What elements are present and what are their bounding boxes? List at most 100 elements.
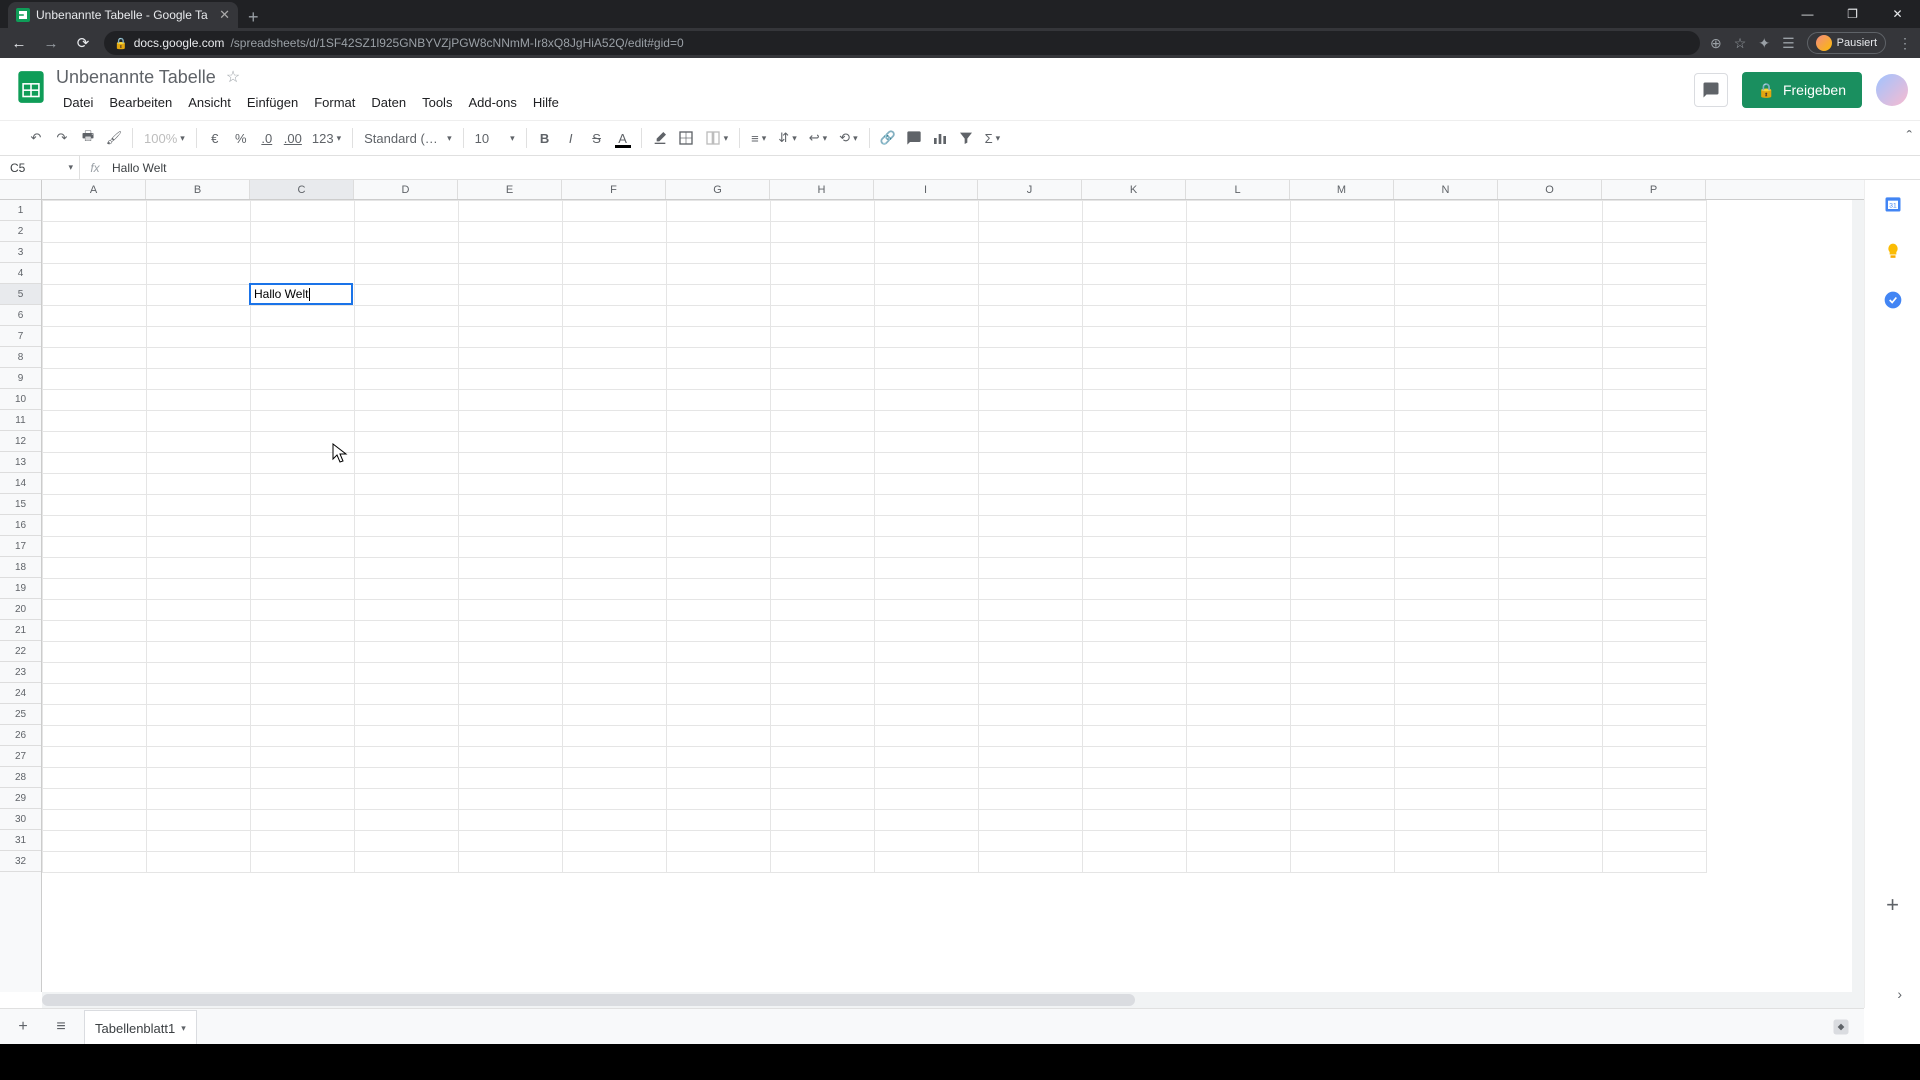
row-header[interactable]: 30 — [0, 809, 41, 830]
cell[interactable] — [1499, 411, 1603, 432]
cell[interactable] — [1187, 369, 1291, 390]
cell[interactable] — [979, 726, 1083, 747]
cell[interactable] — [771, 201, 875, 222]
cell[interactable] — [43, 558, 147, 579]
cell[interactable] — [1395, 243, 1499, 264]
menu-view[interactable]: Ansicht — [181, 92, 238, 113]
cell[interactable] — [355, 537, 459, 558]
cell[interactable] — [147, 831, 251, 852]
print-button[interactable]: 🖶 — [76, 125, 100, 151]
cell[interactable] — [979, 474, 1083, 495]
cell[interactable] — [251, 642, 355, 663]
cell[interactable] — [1083, 747, 1187, 768]
cell[interactable] — [147, 306, 251, 327]
column-header[interactable]: A — [42, 180, 146, 199]
insert-comment-button[interactable] — [902, 125, 926, 151]
tab-close-icon[interactable]: ✕ — [219, 7, 230, 23]
cell[interactable] — [1291, 852, 1395, 873]
cell[interactable] — [563, 264, 667, 285]
menu-addons[interactable]: Add-ons — [461, 92, 523, 113]
cell[interactable] — [667, 285, 771, 306]
cell[interactable] — [563, 432, 667, 453]
cell[interactable] — [459, 726, 563, 747]
cell[interactable] — [667, 348, 771, 369]
cell[interactable] — [667, 663, 771, 684]
cell[interactable] — [875, 222, 979, 243]
cell[interactable] — [1395, 516, 1499, 537]
cell[interactable] — [875, 201, 979, 222]
cell[interactable] — [875, 705, 979, 726]
cell[interactable] — [459, 642, 563, 663]
cell[interactable] — [1083, 264, 1187, 285]
cell[interactable] — [563, 831, 667, 852]
cell[interactable] — [875, 285, 979, 306]
cell[interactable] — [875, 810, 979, 831]
cell[interactable] — [355, 474, 459, 495]
cell[interactable] — [1395, 474, 1499, 495]
increase-decimal-button[interactable]: .00 — [281, 125, 305, 151]
comments-button[interactable] — [1694, 73, 1728, 107]
cell[interactable] — [1603, 369, 1707, 390]
cell[interactable] — [979, 831, 1083, 852]
cell[interactable] — [355, 201, 459, 222]
cell[interactable] — [771, 327, 875, 348]
cell[interactable] — [667, 327, 771, 348]
cell[interactable] — [1603, 768, 1707, 789]
cell[interactable] — [1291, 642, 1395, 663]
cell[interactable] — [251, 600, 355, 621]
cell[interactable] — [355, 327, 459, 348]
cell[interactable] — [147, 642, 251, 663]
cell[interactable] — [251, 705, 355, 726]
cell[interactable] — [1395, 306, 1499, 327]
explore-button[interactable] — [1826, 1012, 1856, 1042]
cell[interactable] — [667, 243, 771, 264]
cell[interactable] — [355, 306, 459, 327]
cell[interactable] — [1187, 348, 1291, 369]
windows-taskbar[interactable] — [0, 1044, 1920, 1080]
cell[interactable] — [979, 600, 1083, 621]
cell[interactable] — [1187, 537, 1291, 558]
cell[interactable] — [667, 201, 771, 222]
cell[interactable] — [1187, 222, 1291, 243]
cell[interactable] — [459, 495, 563, 516]
cell[interactable] — [355, 411, 459, 432]
cell[interactable] — [251, 852, 355, 873]
cell[interactable] — [355, 243, 459, 264]
cell[interactable] — [1291, 201, 1395, 222]
cell[interactable] — [1083, 852, 1187, 873]
cell[interactable] — [1291, 789, 1395, 810]
cell[interactable] — [1603, 558, 1707, 579]
cell[interactable] — [1395, 222, 1499, 243]
cell[interactable] — [563, 369, 667, 390]
cell[interactable] — [667, 579, 771, 600]
cell[interactable] — [875, 726, 979, 747]
cell[interactable] — [1291, 600, 1395, 621]
cell[interactable] — [459, 285, 563, 306]
cell[interactable] — [251, 411, 355, 432]
filter-button[interactable] — [954, 125, 978, 151]
cell[interactable] — [563, 453, 667, 474]
window-close-button[interactable]: ✕ — [1875, 0, 1920, 28]
cell[interactable] — [1395, 453, 1499, 474]
cell[interactable] — [1603, 852, 1707, 873]
cell[interactable] — [1187, 243, 1291, 264]
cell[interactable] — [979, 222, 1083, 243]
cell[interactable] — [875, 558, 979, 579]
cell[interactable] — [1291, 453, 1395, 474]
collapse-side-panel-button[interactable]: › — [1897, 986, 1902, 1002]
cell[interactable] — [1395, 537, 1499, 558]
cell[interactable] — [43, 642, 147, 663]
cell[interactable] — [1083, 306, 1187, 327]
cell[interactable] — [43, 453, 147, 474]
undo-button[interactable]: ↶ — [24, 125, 48, 151]
cell[interactable] — [1187, 768, 1291, 789]
cell[interactable] — [1603, 348, 1707, 369]
cell[interactable] — [1603, 537, 1707, 558]
cell[interactable] — [43, 579, 147, 600]
cell[interactable] — [147, 474, 251, 495]
cell[interactable] — [875, 600, 979, 621]
menu-insert[interactable]: Einfügen — [240, 92, 305, 113]
cell[interactable] — [1395, 621, 1499, 642]
cell[interactable] — [43, 264, 147, 285]
row-header[interactable]: 22 — [0, 641, 41, 662]
